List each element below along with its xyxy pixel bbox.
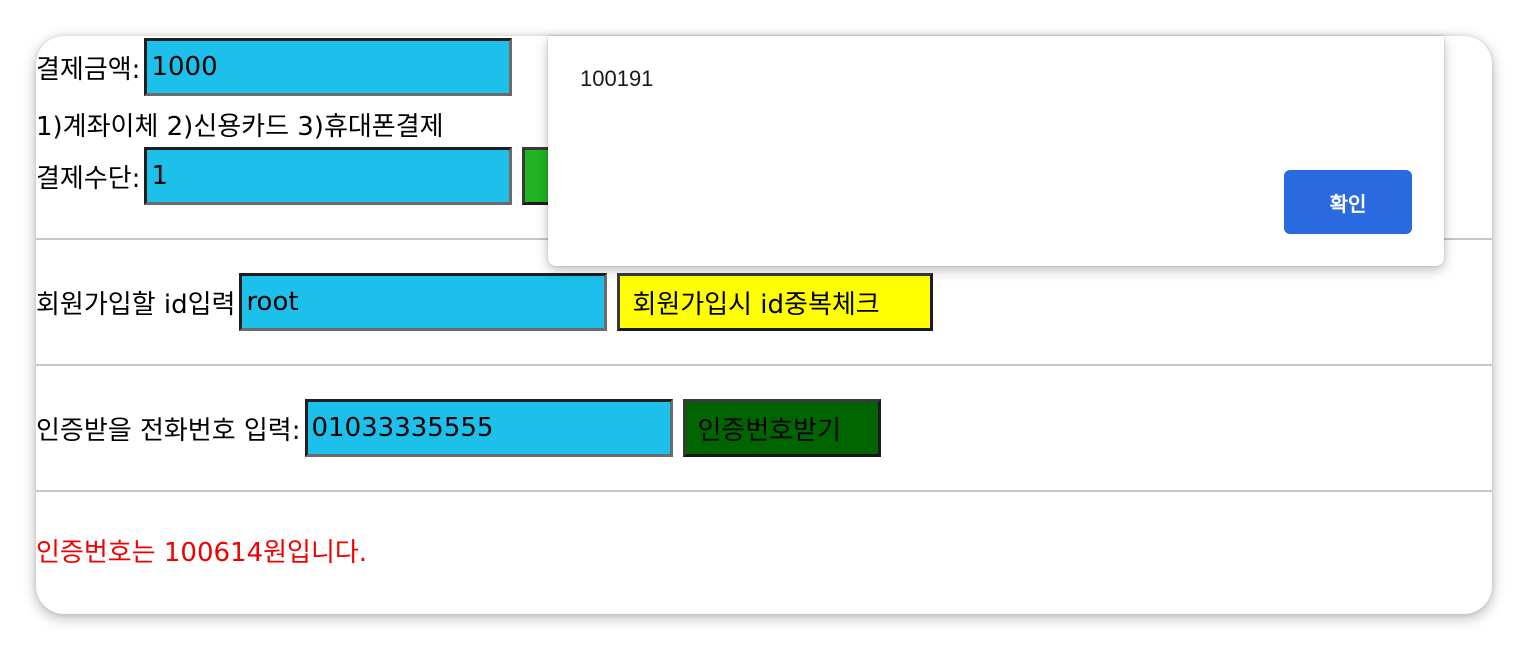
divider-3 — [36, 490, 1492, 492]
phone-row: 인증받을 전화번호 입력: 01033335555 인증번호받기 — [36, 399, 881, 457]
payment-amount-label: 결제금액: — [36, 54, 141, 85]
payment-method-input[interactable]: 1 — [144, 147, 513, 205]
divider-2 — [36, 364, 1492, 366]
phone-label: 인증받을 전화번호 입력: — [36, 415, 301, 446]
alert-dialog: 100191 확인 — [548, 36, 1444, 266]
phone-input[interactable]: 01033335555 — [304, 399, 673, 457]
payment-method-label: 결제수단: — [36, 163, 141, 194]
payment-amount-input[interactable]: 1000 — [144, 38, 513, 96]
send-code-button[interactable]: 인증번호받기 — [682, 399, 881, 457]
signup-id-input[interactable]: root — [239, 273, 608, 331]
id-duplicate-check-button[interactable]: 회원가입시 id중복체크 — [617, 273, 934, 331]
payment-methods-row: 1)계좌이체 2)신용카드 3)휴대폰결제 — [36, 96, 444, 152]
alert-message: 100191 — [580, 66, 654, 91]
signup-id-row: 회원가입할 id입력 root 회원가입시 id중복체크 — [36, 273, 934, 331]
payment-amount-row: 결제금액: 1000 — [36, 38, 513, 96]
payment-method-row: 결제수단: 1 — [36, 147, 583, 205]
payment-methods-text: 1)계좌이체 2)신용카드 3)휴대폰결제 — [36, 111, 444, 142]
signup-id-label: 회원가입할 id입력 — [36, 289, 236, 320]
verification-result-message: 인증번호는 100614원입니다. — [36, 538, 368, 568]
alert-ok-button[interactable]: 확인 — [1284, 170, 1412, 234]
